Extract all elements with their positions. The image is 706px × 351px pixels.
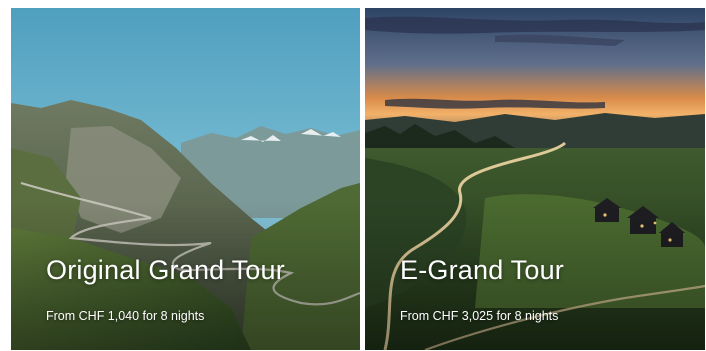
tour-card-original-grand-tour[interactable]: Original Grand Tour From CHF 1,040 for 8… [11,8,360,350]
tour-price: From CHF 1,040 for 8 nights [46,309,205,323]
tour-card-e-grand-tour[interactable]: E-Grand Tour From CHF 3,025 for 8 nights [365,8,705,350]
tour-title: Original Grand Tour [46,255,285,285]
tour-price: From CHF 3,025 for 8 nights [400,309,559,323]
tour-cards: Original Grand Tour From CHF 1,040 for 8… [0,0,706,351]
tour-title: E-Grand Tour [400,255,564,285]
